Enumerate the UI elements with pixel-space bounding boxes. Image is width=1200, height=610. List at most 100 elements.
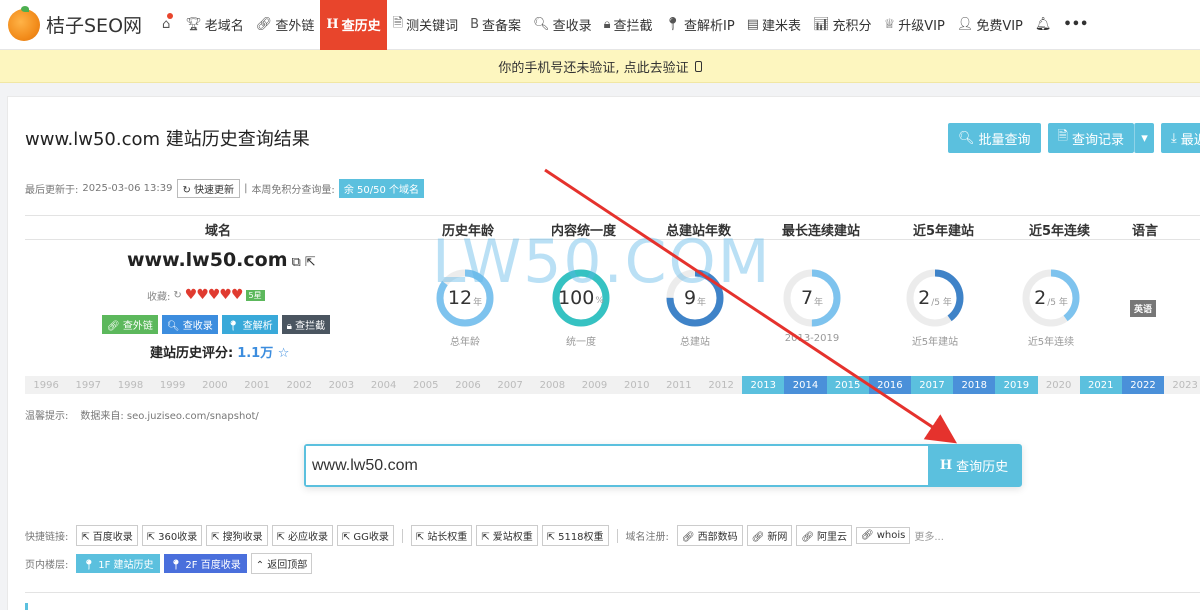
records-dropdown-caret[interactable]: ▾ [1134, 123, 1154, 153]
batch-query-button[interactable]: 🔍︎ 批量查询 [948, 123, 1041, 153]
stat-ring-5: 2/5 年 [1022, 269, 1080, 327]
year-cell[interactable]: 2003 [320, 376, 362, 394]
ring-unit: /5 年 [1047, 297, 1068, 308]
domain-search-input[interactable] [306, 446, 928, 485]
quick-link[interactable]: ⇱ 百度收录 [76, 525, 138, 546]
update-time: 2025-03-06 13:39 [82, 183, 173, 194]
tool-dns-button[interactable]: 📍︎ 查解析 [221, 315, 278, 334]
link-icon: 🔗︎ [255, 17, 273, 32]
site-logo[interactable]: 桔子SEO网 [8, 5, 156, 41]
year-cell[interactable]: 2014 [784, 376, 827, 394]
quick-link[interactable]: ⇱ 搜狗收录 [206, 525, 268, 546]
year-cell[interactable]: 2012 [700, 376, 742, 394]
floor-1-button[interactable]: 📍︎ 1F 建站历史 [76, 554, 160, 573]
nav-item-5[interactable]: 🔍︎ 查收录 [527, 0, 598, 50]
query-history-button[interactable]: H 查询历史 [928, 446, 1020, 485]
nav-item-7[interactable]: 📍︎ 查解析IP [659, 0, 741, 50]
nav-item-4[interactable]: B 查备案 [464, 0, 527, 50]
year-cell[interactable]: 2011 [658, 376, 700, 394]
year-cell[interactable]: 2009 [573, 376, 615, 394]
nav-item-6[interactable]: 🔒︎ 查拦截 [598, 0, 659, 50]
h-icon: H [939, 458, 953, 473]
crown-icon: ♕ [883, 17, 896, 32]
year-cell[interactable]: 2013 [742, 376, 785, 394]
year-cell[interactable]: 2020 [1038, 376, 1080, 394]
nav-item-label: 查备案 [482, 19, 522, 34]
year-cell[interactable]: 1996 [25, 376, 67, 394]
year-cell[interactable]: 1997 [67, 376, 109, 394]
more-link[interactable]: 更多... [914, 528, 944, 543]
year-cell[interactable]: 2023 [1164, 376, 1200, 394]
notification-bell[interactable]: 🔔︎ [1029, 0, 1058, 50]
quick-link[interactable]: ⇱ 360收录 [141, 525, 203, 546]
quick-link[interactable]: ⇱ 站长权重 [410, 525, 473, 546]
quick-link[interactable]: 🔗︎ whois [856, 527, 911, 544]
tool-backlinks-button[interactable]: 🔗︎ 查外链 [102, 315, 158, 334]
year-cell[interactable]: 2005 [405, 376, 447, 394]
quick-link[interactable]: 🔗︎ 西部数码 [676, 525, 743, 546]
quick-link[interactable]: ⇱ 必应收录 [271, 525, 334, 546]
back-to-top-button[interactable]: ⌃ 返回顶部 [250, 553, 313, 574]
quick-link[interactable]: ⇱ 爱站权重 [476, 525, 538, 546]
nav-home[interactable]: ⌂ [156, 0, 179, 50]
nav-item-1[interactable]: 🔗︎ 查外链 [250, 0, 321, 50]
year-cell[interactable]: 2010 [616, 376, 658, 394]
hearts-rating[interactable]: ♥♥♥♥♥ [185, 287, 244, 303]
search-icon: 🔍︎ [958, 130, 975, 146]
tool-index-button[interactable]: 🔍︎ 查收录 [161, 315, 218, 334]
recent-button[interactable]: ⤓最近 [1161, 123, 1200, 153]
year-cell[interactable]: 2000 [194, 376, 236, 394]
query-records-button[interactable]: 🗎 查询记录 [1047, 123, 1134, 153]
year-cell[interactable]: 2015 [826, 376, 869, 394]
quick-link[interactable]: ⇱ GG收录 [337, 525, 394, 546]
more-menu[interactable]: ••• [1057, 0, 1094, 50]
year-cell[interactable]: 2016 [868, 376, 911, 394]
nav-item-10[interactable]: ♕ 升级VIP [878, 0, 951, 50]
floor-2-button[interactable]: 📍︎ 2F 百度收录 [163, 554, 247, 573]
external-link-icon: ⇱ [81, 532, 90, 543]
logo-text: 桔子SEO网 [46, 15, 143, 37]
quick-link[interactable]: 🔗︎ 阿里云 [796, 525, 853, 546]
nav-item-8[interactable]: ▤ 建米表 [741, 0, 807, 50]
tool-block-button[interactable]: 🔒︎ 查拦截 [281, 315, 331, 334]
refresh-icon[interactable]: ↻ [173, 290, 181, 301]
tip-label: 温馨提示: [25, 411, 69, 422]
link-icon: 🔗︎ [681, 532, 695, 543]
year-cell[interactable]: 1998 [109, 376, 151, 394]
year-cell[interactable]: 2021 [1079, 376, 1122, 394]
external-link-icon: ⇱ [146, 532, 156, 543]
year-cell[interactable]: 2017 [910, 376, 954, 394]
year-cell[interactable]: 2002 [278, 376, 320, 394]
phone-verify-notice[interactable]: 你的手机号还未验证, 点此去验证 [0, 50, 1200, 83]
copy-icon[interactable]: ⧉ [292, 255, 301, 270]
year-cell[interactable]: 2019 [995, 376, 1038, 394]
file-icon: 🗎 [1057, 129, 1068, 144]
quick-link-label: 5118权重 [558, 532, 604, 543]
history-score: 建站历史评分: 1.1万 ☆ [150, 342, 289, 361]
year-cell[interactable]: 2004 [363, 376, 405, 394]
year-cell[interactable]: 2001 [236, 376, 278, 394]
ring-number: 2 [1034, 287, 1047, 309]
nav-item-2[interactable]: H 查历史 [320, 0, 387, 50]
quick-link-label: 阿里云 [817, 532, 848, 543]
history-result-card: www.lw50.com 建站历史查询结果 🔍︎批量查询 🗎查询记录 ▾ ⤓最近… [7, 96, 1200, 610]
quick-update-button[interactable]: ↻ 快速更新 [176, 179, 241, 198]
nav-item-0[interactable]: 🏆︎ 老域名 [179, 0, 250, 50]
year-cell[interactable]: 2008 [531, 376, 573, 394]
nav-item-11[interactable]: 👤︎ 免费VIP [951, 0, 1029, 50]
col-language: 语言 [1132, 224, 1159, 239]
year-cell[interactable]: 2007 [489, 376, 531, 394]
year-cell[interactable]: 1999 [152, 376, 194, 394]
notice-text: 你的手机号还未验证, 点此去验证 [498, 60, 689, 76]
star-icon[interactable]: ☆ [278, 346, 290, 361]
nav-item-3[interactable]: 🗎 测关键词 [387, 0, 464, 50]
year-cell[interactable]: 2018 [953, 376, 996, 394]
quick-link[interactable]: 🔗︎ 新网 [746, 525, 793, 546]
year-cell[interactable]: 2006 [447, 376, 489, 394]
quick-link[interactable]: ⇱ 5118权重 [541, 525, 609, 546]
year-cell[interactable]: 2022 [1121, 376, 1165, 394]
external-link-icon[interactable]: ⇱ [305, 255, 316, 270]
floor-label: 页内楼层: [25, 560, 69, 571]
separator [401, 528, 403, 543]
nav-item-9[interactable]: 📊︎ 充积分 [807, 0, 878, 50]
